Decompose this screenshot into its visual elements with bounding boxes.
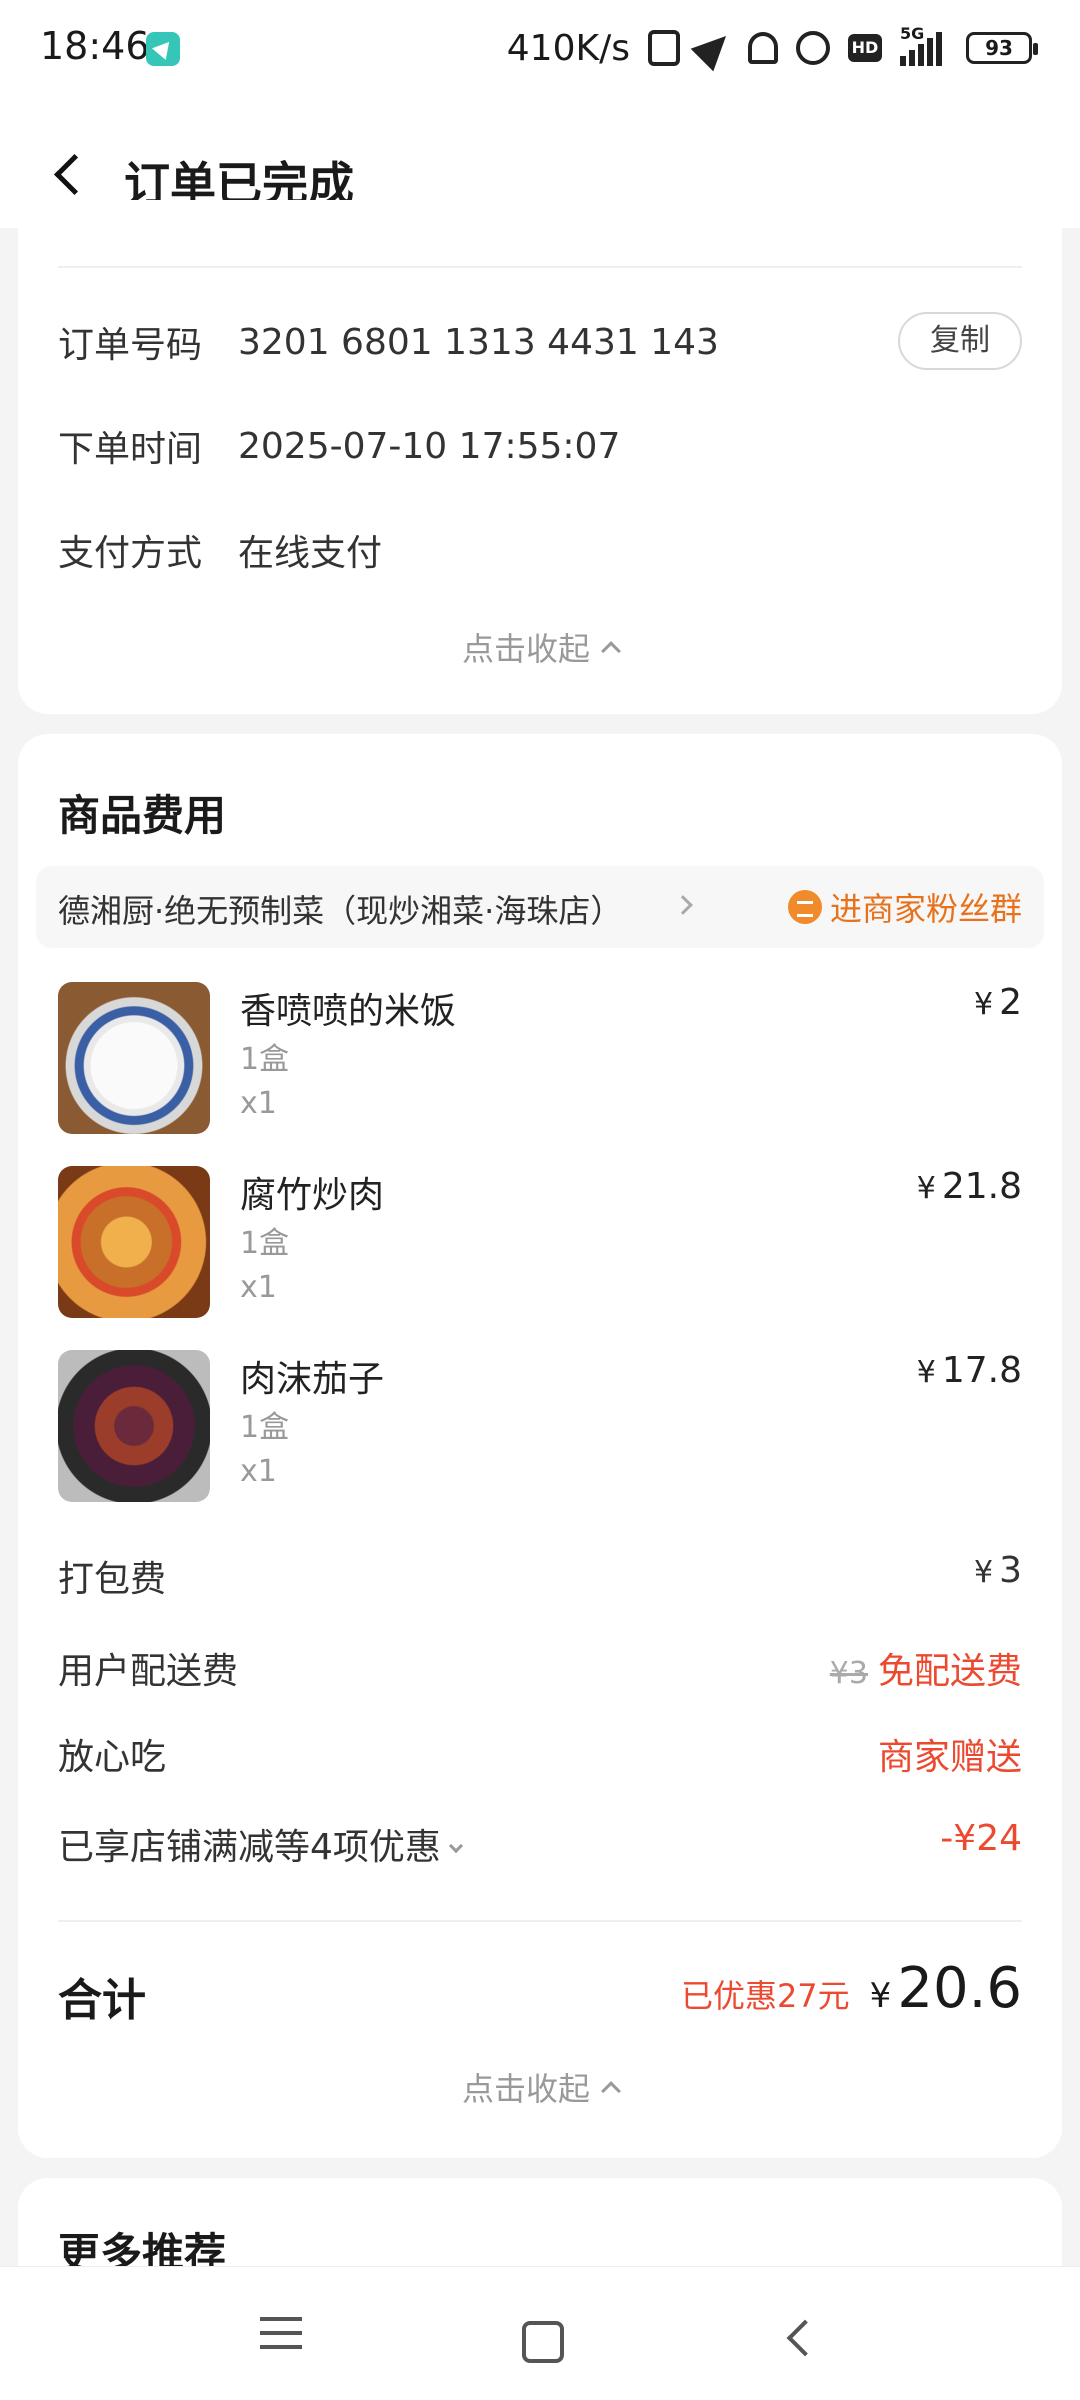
- item-spec: 1盒: [240, 1226, 290, 1261]
- delivery-fee-value: ¥3 免配送费: [830, 1642, 1022, 1694]
- payment-method-value: 在线支付: [238, 533, 383, 574]
- fees-card: 商品费用 德湘厨·绝无预制菜（现炒湘菜·海珠店） 进商家粉丝群 香喷喷的米饭 1…: [18, 734, 1062, 2158]
- item-spec: 1盒: [240, 1042, 290, 1077]
- chat-bubble-icon: [787, 890, 822, 924]
- list-item[interactable]: 肉沫茄子 1盒 x1 ¥17.8: [58, 1350, 1022, 1502]
- discount-value: -¥24: [940, 1818, 1022, 1859]
- payment-method-row: 支付方式 在线支付: [58, 520, 1022, 580]
- item-qty: x1: [240, 1270, 277, 1305]
- mute-bell-icon: [748, 32, 778, 64]
- signal-icon: 5G: [900, 24, 948, 66]
- packing-fee-label: 打包费: [58, 1559, 167, 1600]
- item-qty: x1: [240, 1086, 277, 1121]
- order-time-value: 2025-07-10 17:55:07: [238, 425, 621, 467]
- delivery-fee-row: 用户配送费 ¥3 免配送费: [58, 1636, 1022, 1696]
- item-price: ¥2: [974, 982, 1022, 1023]
- order-info-card: 订单号码 3201 6801 1313 4431 143 复制 下单时间 202…: [18, 200, 1062, 714]
- back-arrow-icon[interactable]: [52, 156, 92, 196]
- store-bar[interactable]: 德湘厨·绝无预制菜（现炒湘菜·海珠店） 进商家粉丝群: [36, 866, 1044, 948]
- status-bar: 18:46 410K/s HD 5G 93: [0, 0, 1080, 96]
- collapse-order-info-button[interactable]: 点击收起: [18, 624, 1062, 670]
- status-time: 18:46: [40, 24, 150, 68]
- discount-row[interactable]: 已享店铺满减等4项优惠 -¥24: [58, 1812, 1022, 1872]
- chevron-down-icon: [448, 1838, 463, 1854]
- free-delivery-label: 免配送费: [877, 1651, 1022, 1692]
- currency-symbol: ¥: [974, 987, 994, 1022]
- item-qty: x1: [240, 1454, 277, 1489]
- order-number-row: 订单号码 3201 6801 1313 4431 143 复制: [58, 312, 1022, 372]
- total-label: 合计: [58, 1975, 146, 2026]
- currency-symbol: ¥: [869, 1976, 892, 2016]
- item-price: ¥17.8: [917, 1350, 1022, 1391]
- store-name: 德湘厨·绝无预制菜（现炒湘菜·海珠店）: [58, 892, 623, 930]
- item-name: 腐竹炒肉: [240, 1175, 385, 1216]
- assurance-label: 放心吃: [58, 1737, 167, 1778]
- currency-symbol: ¥: [916, 1171, 936, 1206]
- system-nav-bar: [0, 2266, 1080, 2400]
- navigation-icon: [690, 24, 738, 72]
- discount-label-text: 已享店铺满减等4项优惠: [58, 1827, 441, 1868]
- order-number-value: 3201 6801 1313 4431 143: [238, 321, 719, 363]
- payment-method-label: 支付方式: [58, 533, 203, 574]
- assurance-value: 商家赠送: [877, 1737, 1022, 1778]
- delivery-fee-label: 用户配送费: [58, 1651, 239, 1692]
- item-price-value: 17.8: [941, 1350, 1022, 1391]
- packing-fee-amount: 3: [999, 1550, 1022, 1591]
- home-icon[interactable]: [516, 2307, 572, 2363]
- divider: [58, 266, 1022, 268]
- total-value-group: 已优惠27元 ¥ 20.6: [681, 1956, 1022, 2021]
- chevron-right-icon: [673, 895, 693, 915]
- hd-icon: HD: [848, 34, 882, 62]
- chevron-up-icon: [601, 641, 621, 661]
- item-price: ¥21.8: [917, 1166, 1022, 1207]
- menu-icon[interactable]: [260, 2307, 316, 2363]
- list-item[interactable]: 腐竹炒肉 1盒 x1 ¥21.8: [58, 1166, 1022, 1318]
- net-speed: 410K/s: [506, 27, 630, 69]
- location-app-icon: [146, 32, 180, 66]
- food-image-rice: [58, 982, 210, 1134]
- item-name: 肉沫茄子: [240, 1359, 385, 1400]
- item-price-value: 2: [999, 982, 1022, 1023]
- delivery-original-price: ¥3: [829, 1656, 868, 1691]
- chevron-up-icon: [601, 2081, 621, 2101]
- fan-group-button[interactable]: 进商家粉丝群: [787, 884, 1022, 930]
- packing-fee-row: 打包费 ¥3: [58, 1544, 1022, 1604]
- collapse-fees-button[interactable]: 点击收起: [18, 2064, 1062, 2110]
- list-item[interactable]: 香喷喷的米饭 1盒 x1 ¥2: [58, 982, 1022, 1134]
- currency-symbol: ¥: [974, 1555, 994, 1590]
- saved-amount: 已优惠27元: [680, 1977, 850, 2015]
- order-time-row: 下单时间 2025-07-10 17:55:07: [58, 416, 1022, 476]
- item-spec: 1盒: [240, 1410, 290, 1445]
- fees-title: 商品费用: [58, 791, 227, 840]
- food-image-eggplant: [58, 1350, 210, 1502]
- order-detail-screen: 18:46 410K/s HD 5G 93 订单已完成 订单号码 3201 68…: [0, 0, 1080, 2400]
- battery-icon: 93: [966, 32, 1038, 64]
- total-amount: 20.6: [897, 1956, 1022, 2021]
- divider: [58, 1920, 1022, 1922]
- order-time-label: 下单时间: [58, 429, 203, 470]
- fan-group-label: 进商家粉丝群: [829, 890, 1022, 928]
- status-icons: 410K/s HD 5G 93: [506, 22, 1038, 74]
- nfc-icon: [648, 30, 680, 66]
- order-number-label: 订单号码: [58, 325, 203, 366]
- assurance-row: 放心吃 商家赠送: [58, 1722, 1022, 1782]
- copy-button[interactable]: 复制: [898, 312, 1022, 370]
- packing-fee-value: ¥3: [974, 1550, 1022, 1591]
- alarm-icon: [796, 31, 830, 65]
- food-image-tofu-skin: [58, 1166, 210, 1318]
- currency-symbol: ¥: [916, 1355, 936, 1390]
- network-type: 5G: [900, 24, 925, 43]
- back-icon[interactable]: [776, 2307, 832, 2363]
- discount-label: 已享店铺满减等4项优惠: [58, 1818, 463, 1870]
- collapse-label: 点击收起: [461, 2070, 590, 2108]
- item-price-value: 21.8: [941, 1166, 1022, 1207]
- item-name: 香喷喷的米饭: [240, 991, 457, 1032]
- collapse-label: 点击收起: [461, 630, 590, 668]
